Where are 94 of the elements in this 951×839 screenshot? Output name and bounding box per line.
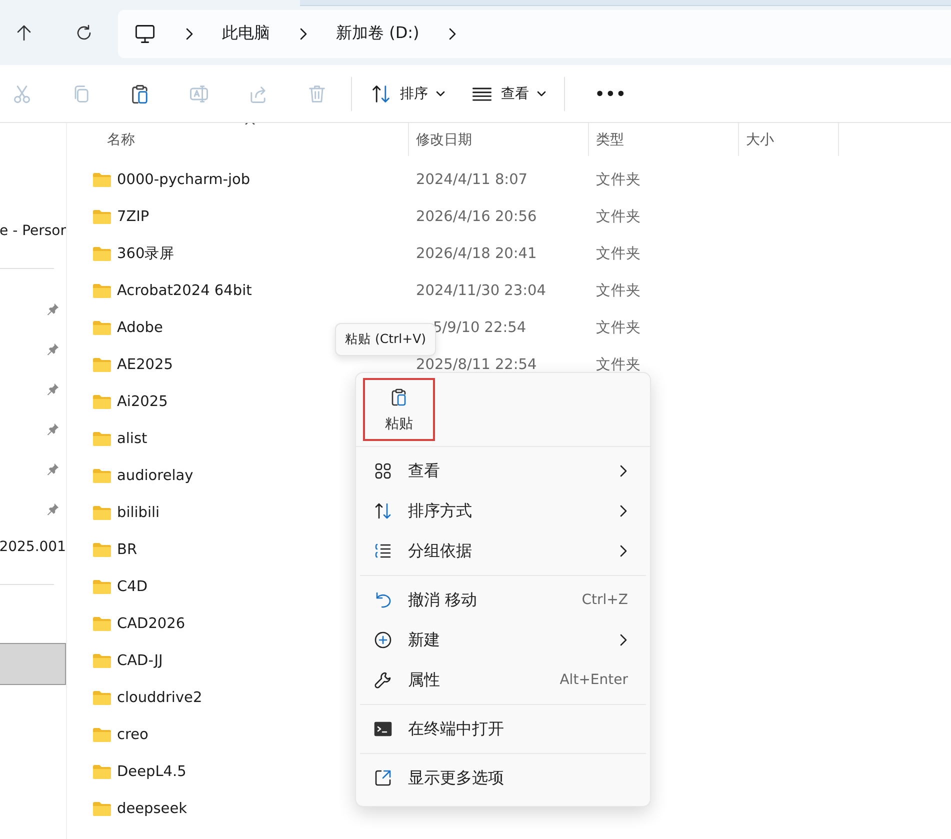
folder-icon — [92, 690, 112, 706]
menu-item[interactable]: 查看 — [360, 451, 646, 491]
breadcrumb-item[interactable]: 此电脑 — [222, 23, 270, 44]
paste-button[interactable]: 粘贴 — [363, 378, 435, 441]
file-type: 文件夹 — [596, 209, 641, 225]
sort-arrows-icon — [370, 82, 392, 104]
address-bar[interactable]: 此电脑 新加卷 (D:) — [118, 10, 951, 58]
file-name[interactable]: Adobe — [117, 320, 163, 336]
file-name[interactable]: DeepL4.5 — [117, 764, 186, 780]
trash-icon — [306, 82, 328, 104]
modified-date: 2026/4/16 20:56 — [416, 208, 537, 224]
pin-icon — [46, 382, 60, 396]
pin-icon — [46, 422, 60, 436]
column-header[interactable]: 大小 — [746, 130, 774, 148]
menu-item[interactable]: 属性 Alt+Enter — [360, 660, 646, 700]
column-header[interactable]: 修改日期 — [416, 130, 472, 148]
file-type: 文件夹 — [596, 357, 641, 373]
folder-icon — [92, 430, 112, 446]
folder-icon — [92, 504, 112, 520]
sort-button[interactable]: 排序 — [370, 82, 445, 104]
file-name[interactable]: 0000-pycharm-job — [117, 172, 250, 188]
external-window-icon — [373, 768, 393, 788]
modified-date: 2025/8/11 22:54 — [416, 356, 537, 372]
chevron-right-icon[interactable] — [298, 26, 308, 40]
folder-icon — [92, 356, 112, 372]
folder-icon — [92, 616, 112, 632]
grid-icon — [373, 461, 393, 481]
column-header[interactable]: 类型 — [596, 130, 624, 148]
file-name[interactable]: deepseek — [117, 800, 188, 816]
file-name[interactable]: BR — [117, 542, 138, 558]
modified-date: 2024/11/30 23:04 — [416, 282, 546, 298]
plus-circle-icon — [373, 630, 393, 650]
file-name[interactable]: CAD2026 — [117, 616, 186, 632]
breadcrumb-item[interactable]: 新加卷 (D:) — [336, 23, 420, 44]
shortcut-hint: Alt+Enter — [560, 672, 628, 688]
menu-item[interactable]: 分组依据 — [360, 531, 646, 571]
modified-date: 5/9/10 22:54 — [433, 320, 526, 336]
folder-icon — [92, 764, 112, 780]
file-type: 文件夹 — [596, 172, 641, 188]
chevron-right-icon[interactable] — [447, 26, 458, 40]
caret-down-icon — [537, 90, 546, 96]
terminal-icon — [373, 719, 393, 739]
rename-icon — [188, 82, 210, 104]
folder-icon — [92, 800, 112, 816]
file-name[interactable]: 7ZIP — [117, 208, 150, 224]
menu-item[interactable]: 撤消 移动 Ctrl+Z — [360, 580, 646, 620]
file-name[interactable]: AE2025 — [117, 356, 173, 372]
folder-icon — [92, 320, 112, 336]
menu-item[interactable]: 显示更多选项 — [360, 758, 646, 798]
more-options-button[interactable]: ••• — [595, 84, 627, 102]
folder-icon — [92, 542, 112, 558]
sort-arrows-icon — [373, 501, 393, 521]
view-button[interactable]: 查看 — [471, 82, 546, 104]
folder-icon — [92, 246, 112, 262]
modified-date: 2024/4/11 8:07 — [416, 172, 528, 188]
folder-icon — [92, 468, 112, 484]
tooltip: 粘贴 (Ctrl+V) — [335, 323, 436, 356]
folder-icon — [92, 172, 112, 188]
file-name[interactable]: CAD-JJ — [117, 652, 163, 668]
folder-icon — [92, 394, 112, 410]
chevron-right-icon[interactable] — [184, 26, 194, 40]
menu-item[interactable]: 新建 — [360, 620, 646, 660]
file-name[interactable]: 360录屏 — [117, 244, 175, 263]
wrench-icon — [373, 670, 393, 690]
computer-icon — [134, 22, 156, 44]
scissors-icon — [11, 82, 33, 104]
file-name[interactable]: Ai2025 — [117, 394, 168, 410]
folder-icon — [92, 578, 112, 594]
folder-icon — [92, 652, 112, 668]
modified-date: 2026/4/18 20:41 — [416, 246, 537, 262]
file-name[interactable]: bilibili — [117, 504, 160, 520]
folder-icon — [92, 282, 112, 298]
file-type: 文件夹 — [596, 246, 641, 262]
sidebar-item[interactable]: e - Persor — [0, 223, 66, 239]
folder-icon — [92, 208, 112, 224]
pin-icon — [46, 462, 60, 476]
file-name[interactable]: creo — [117, 726, 148, 742]
pin-icon — [46, 502, 60, 516]
sidebar-item[interactable]: 2025.001 — [0, 539, 66, 555]
menu-item[interactable]: 排序方式 — [360, 491, 646, 531]
file-type: 文件夹 — [596, 320, 641, 336]
shortcut-hint: Ctrl+Z — [582, 592, 628, 608]
file-name[interactable]: alist — [117, 430, 148, 446]
file-name[interactable]: Acrobat2024 64bit — [117, 282, 252, 298]
column-header[interactable]: 名称 — [107, 130, 135, 148]
file-type: 文件夹 — [596, 283, 641, 299]
file-name[interactable]: C4D — [117, 578, 148, 594]
file-name[interactable]: clouddrive2 — [117, 690, 202, 706]
pin-icon — [46, 302, 60, 316]
menu-item[interactable]: 在终端中打开 — [360, 709, 646, 749]
folder-icon — [92, 726, 112, 742]
file-name[interactable]: audiorelay — [117, 468, 194, 484]
caret-down-icon — [436, 90, 445, 96]
pin-icon — [46, 342, 60, 356]
